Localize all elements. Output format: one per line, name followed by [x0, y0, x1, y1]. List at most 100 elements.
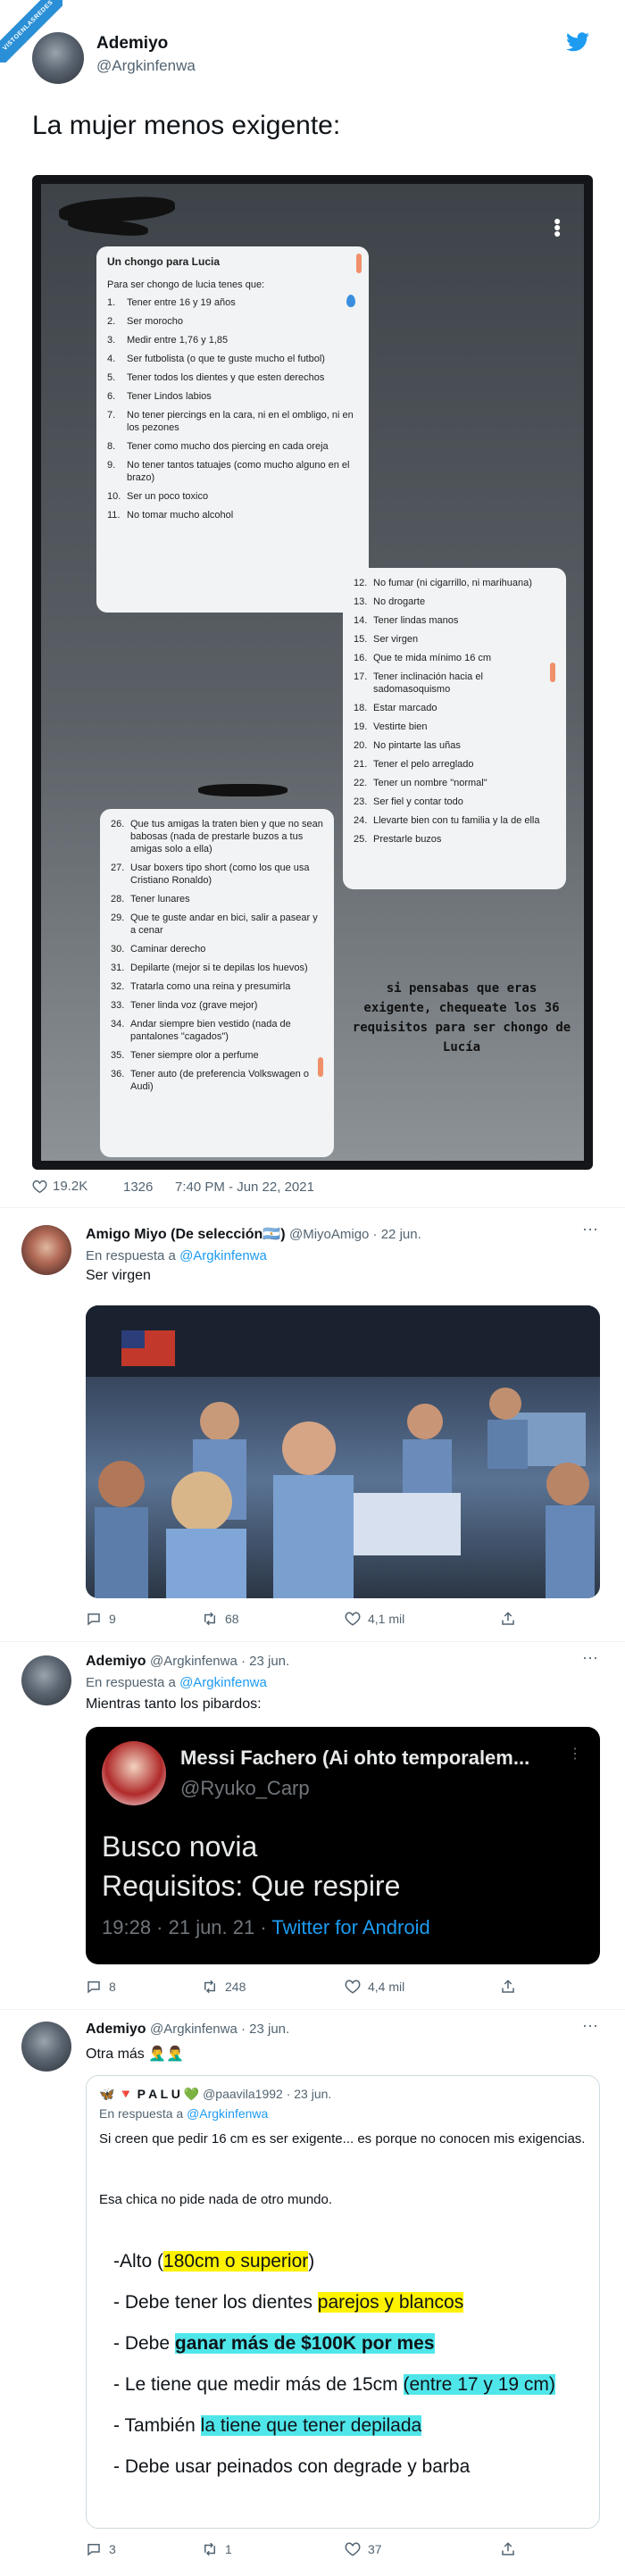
- item-number: 20.: [354, 740, 368, 751]
- divider: [0, 2009, 625, 2010]
- like-button[interactable]: 4,1 mil: [345, 1611, 404, 1627]
- like-button[interactable]: 4,4 mil: [345, 1979, 404, 1995]
- share-button[interactable]: [500, 1979, 516, 1997]
- item-number: 4.: [107, 354, 116, 364]
- quoted-tweet[interactable]: 🦋 🔻 P A L U 💚 @paavila1992 · 23 jun. En …: [86, 2075, 600, 2529]
- list-item: 28. Tener lunares: [111, 893, 323, 905]
- item-number: 11.: [107, 510, 121, 521]
- item-text: Llevarte bien con tu familia y la de ell…: [373, 815, 540, 826]
- comment-button[interactable]: 3: [86, 2541, 116, 2557]
- item-text: No tomar mucho alcohol: [127, 510, 234, 521]
- tweet-text: La mujer menos exigente:: [32, 111, 341, 140]
- list-item: 20. No pintarte las uñas: [354, 739, 555, 752]
- reply-author[interactable]: Ademiyo: [86, 1654, 146, 1669]
- reply-handle[interactable]: @MiyoAmigo · 22 jun.: [289, 1227, 421, 1242]
- like-button[interactable]: 37: [345, 2541, 382, 2557]
- retweet-button[interactable]: 1: [202, 2541, 232, 2557]
- reply-photo[interactable]: [86, 1305, 600, 1598]
- avatar[interactable]: [32, 32, 84, 84]
- more-icon[interactable]: ···: [582, 1220, 598, 1238]
- tweet-timestamp[interactable]: 7:40 PM - Jun 22, 2021: [175, 1180, 314, 1195]
- item-text: No tener piercings en la cara, ni en el …: [127, 410, 354, 433]
- highlighted-text: parejos y blancos: [317, 2292, 464, 2313]
- avatar[interactable]: [21, 1655, 71, 1705]
- item-number: 31.: [111, 963, 125, 973]
- item-text: Tener Lindos labios: [127, 391, 212, 402]
- highlighted-text: ganar más de $100K por mes: [174, 2333, 435, 2354]
- reply-author[interactable]: Ademiyo: [86, 2022, 146, 2037]
- quoted-line: - Debe ganar más de $100K por mes: [113, 2333, 435, 2354]
- like-count: 4,1 mil: [368, 1612, 405, 1626]
- list-item: 7. No tener piercings en la cara, ni en e…: [107, 409, 358, 434]
- list-item: 3. Medir entre 1,76 y 1,85: [107, 334, 358, 346]
- reply-to-link[interactable]: @Argkinfenwa: [179, 1248, 267, 1263]
- retweet-button[interactable]: 248: [202, 1979, 246, 1995]
- reply-handle[interactable]: @Argkinfenwa · 23 jun.: [150, 1654, 289, 1669]
- item-text: Ser futbolista (o que te guste mucho el …: [127, 354, 325, 364]
- list-item: 6. Tener Lindos labios: [107, 390, 358, 403]
- more-dots-icon[interactable]: ● ● ●: [554, 214, 561, 239]
- list-panel-1: Un chongo para Lucia Para ser chongo de …: [96, 246, 369, 613]
- list-item: 17. Tener inclinación hacia el sadomasoqu…: [354, 671, 555, 696]
- share-button[interactable]: [500, 1611, 516, 1630]
- comment-button[interactable]: 8: [86, 1979, 116, 1995]
- avatar[interactable]: [21, 1225, 71, 1275]
- list-item: 31. Depilarte (mejor si te depilas los hu…: [111, 962, 323, 974]
- twitter-bird-icon[interactable]: [566, 32, 589, 52]
- embedded-author: Messi Fachero (Ai ohto temporalem...: [180, 1747, 530, 1769]
- item-text: Prestarle buzos: [373, 834, 442, 845]
- retweet-count[interactable]: 1326: [123, 1180, 153, 1195]
- item-number: 2.: [107, 316, 116, 327]
- list-item: 15. Ser virgen: [354, 633, 555, 646]
- list-item: 12. No fumar (ni cigarrillo, ni marihuana…: [354, 577, 555, 589]
- retweet-button[interactable]: 68: [202, 1611, 239, 1627]
- heart-icon: [345, 1612, 361, 1626]
- instagram-story-screenshot: ● ● ● Un chongo para Lucia Para ser chongo…: [41, 184, 584, 1161]
- author-handle[interactable]: @Argkinfenwa: [96, 57, 196, 75]
- item-text: Tener linda voz (grave mejor): [130, 1000, 258, 1011]
- tweet-image[interactable]: ● ● ● Un chongo para Lucia Para ser chongo…: [32, 175, 593, 1170]
- share-button[interactable]: [500, 2541, 516, 2560]
- embedded-tweet-image[interactable]: Messi Fachero (Ai ohto temporalem... ⋮ @…: [86, 1727, 600, 1964]
- reply-context-label: En respuesta a: [86, 1675, 176, 1690]
- item-number: 5.: [107, 372, 116, 383]
- list-item: 1. Tener entre 16 y 19 años: [107, 296, 358, 309]
- item-text: Vestirte bien: [373, 721, 428, 732]
- share-icon: [502, 1612, 514, 1625]
- comment-button[interactable]: 9: [86, 1611, 116, 1627]
- list-panel-2: 12. No fumar (ni cigarrillo, ni marihuana…: [343, 568, 566, 889]
- avatar[interactable]: [21, 2022, 71, 2072]
- item-text: Tener todos los dientes y que esten dere…: [127, 372, 325, 383]
- list-item: 24. Llevarte bien con tu familia y la de …: [354, 814, 555, 827]
- item-text: Que te mida mínimo 16 cm: [373, 653, 492, 663]
- item-text: No tener tantos tatuajes (como mucho alg…: [127, 460, 350, 483]
- item-text: Tener inclinación hacia el sadomasoquism…: [373, 671, 483, 695]
- item-text: Usar boxers tipo short (como los que usa…: [130, 863, 310, 886]
- reply-header: Ademiyo @Argkinfenwa · 23 jun.: [86, 2022, 289, 2038]
- item-text: Medir entre 1,76 y 1,85: [127, 335, 229, 346]
- more-icon: ⋮: [568, 1747, 582, 1762]
- reply-to-link[interactable]: @Argkinfenwa: [179, 1675, 267, 1690]
- item-number: 33.: [111, 1000, 125, 1011]
- likes-count[interactable]: 19.2K: [32, 1179, 88, 1194]
- likes-value: 19.2K: [53, 1179, 88, 1194]
- reply-header: Ademiyo @Argkinfenwa · 23 jun.: [86, 1654, 289, 1670]
- more-icon[interactable]: ···: [582, 2016, 598, 2035]
- item-number: 23.: [354, 796, 368, 807]
- item-number: 34.: [111, 1019, 125, 1030]
- embedded-time: 19:28 · 21 jun. 21 ·: [102, 1916, 272, 1938]
- reply-handle[interactable]: @Argkinfenwa · 23 jun.: [150, 2022, 289, 2037]
- item-number: 14.: [354, 615, 368, 626]
- reply-context: En respuesta a @Argkinfenwa: [86, 1248, 267, 1263]
- nasa-celebration-photo: [86, 1305, 600, 1598]
- list-item: 30. Caminar derecho: [111, 943, 323, 955]
- item-number: 18.: [354, 703, 368, 713]
- comment-count: 3: [109, 2542, 116, 2556]
- reply-context-label: En respuesta a: [86, 1248, 176, 1263]
- embedded-line2: Requisitos: Que respire: [102, 1870, 401, 1902]
- author-name[interactable]: Ademiyo: [96, 34, 168, 54]
- share-icon: [502, 1980, 514, 1993]
- more-icon[interactable]: ···: [582, 1648, 598, 1667]
- reply-author[interactable]: Amigo Miyo (De selección🇦🇷): [86, 1227, 286, 1242]
- embedded-line1: Busco novia: [102, 1830, 258, 1863]
